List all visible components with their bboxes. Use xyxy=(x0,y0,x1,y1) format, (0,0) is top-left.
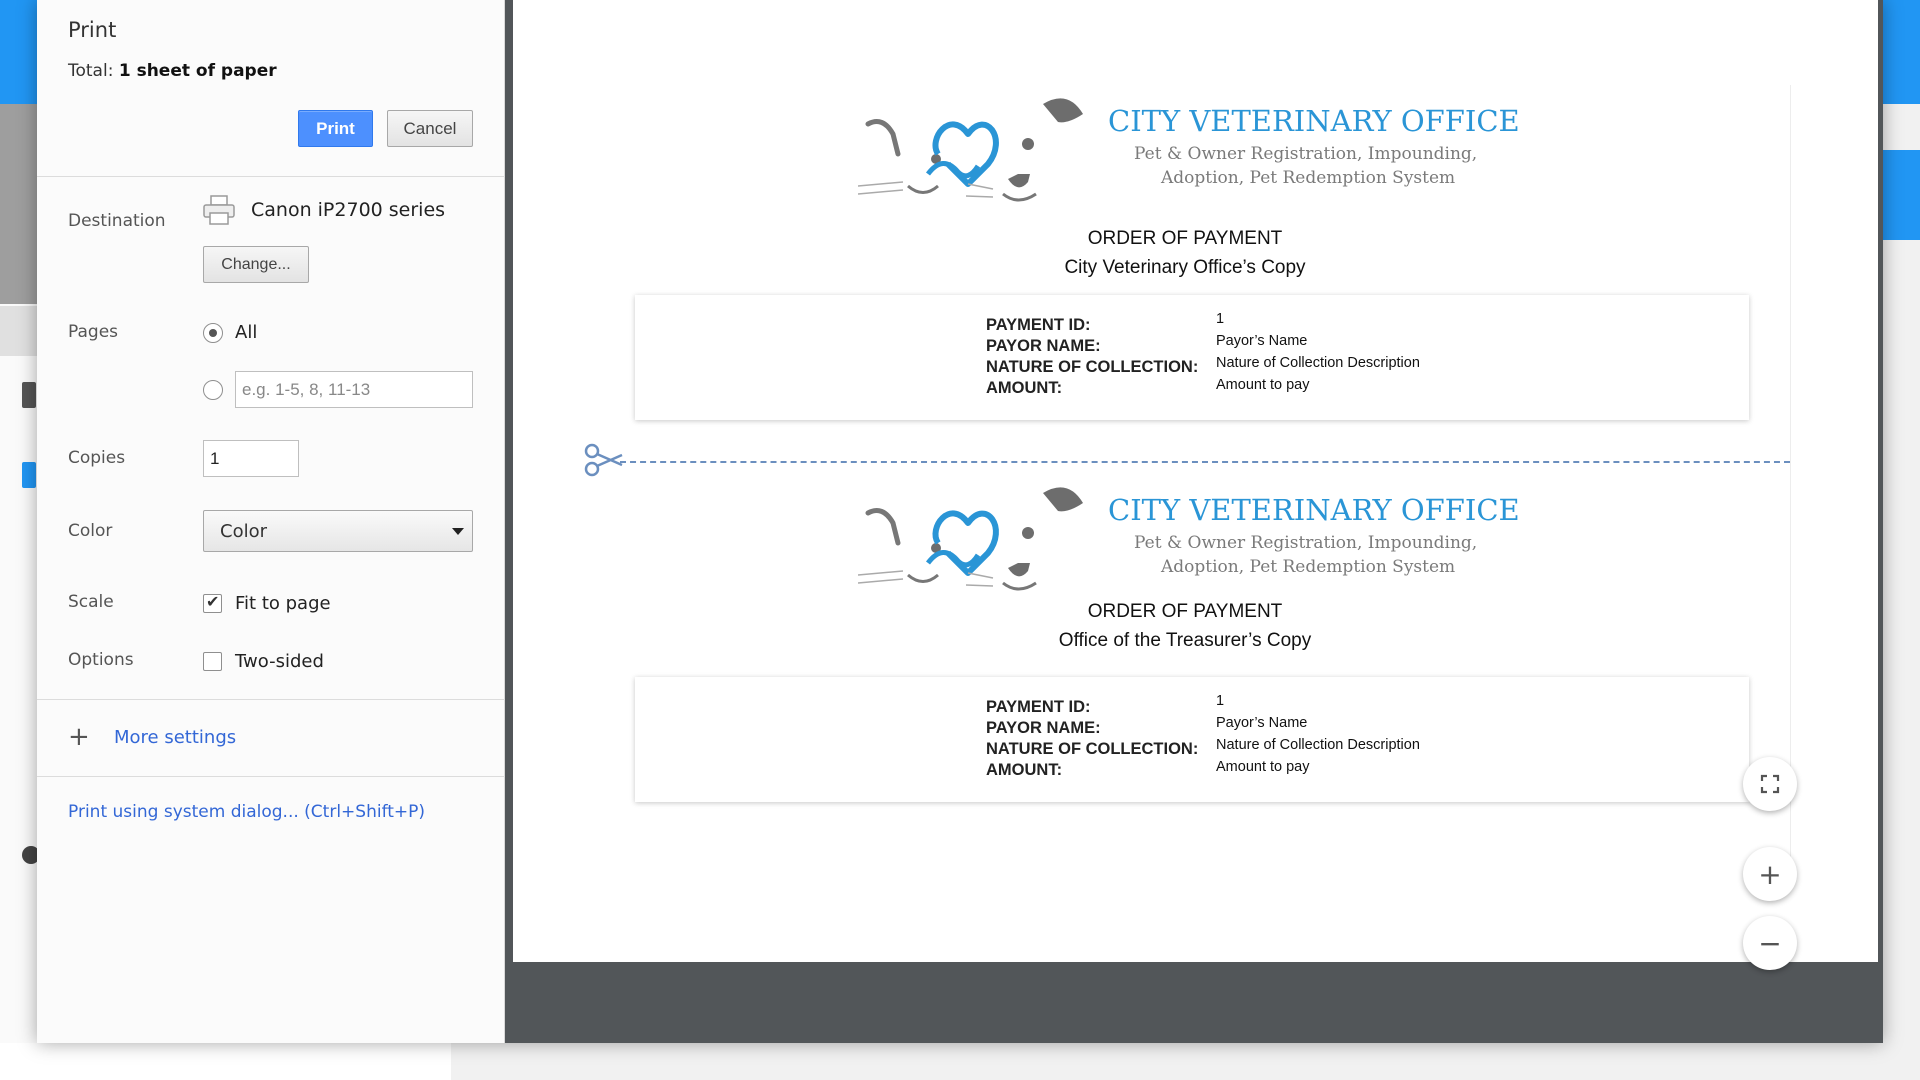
amount-value: Amount to pay xyxy=(1216,377,1310,393)
org-subtitle-line1: Pet & Owner Registration, Impounding, xyxy=(1134,144,1478,164)
pages-custom-radio[interactable] xyxy=(203,380,223,400)
printer-name: Canon iP2700 series xyxy=(251,199,446,221)
fit-to-width-icon xyxy=(1760,774,1780,794)
background-app-footer xyxy=(0,1043,451,1080)
chevron-down-icon xyxy=(452,528,464,535)
nature-label: NATURE OF COLLECTION: xyxy=(986,358,1199,376)
options-label: Options xyxy=(68,650,134,670)
org-subtitle-line1-2: Pet & Owner Registration, Impounding, xyxy=(1134,533,1478,553)
dialog-title: Print xyxy=(68,18,117,42)
sheet-total: Total: 1 sheet of paper xyxy=(68,61,277,81)
preview-page: CITY VETERINARY OFFICE Pet & Owner Regis… xyxy=(513,0,1878,962)
zoom-out-icon: − xyxy=(1758,926,1782,960)
more-settings-label: More settings xyxy=(114,726,237,748)
background-app-right-panel xyxy=(1882,150,1920,240)
payment-info-box-1: PAYMENT ID: PAYOR NAME: NATURE OF COLLEC… xyxy=(635,295,1749,420)
pages-label: Pages xyxy=(68,322,119,342)
payment-values-2: 1 Payor’s Name Nature of Collection Desc… xyxy=(1216,690,1420,778)
copies-label: Copies xyxy=(68,448,126,468)
copy-name-1: City Veterinary Office’s Copy xyxy=(1064,257,1306,278)
payment-values-1: 1 Payor’s Name Nature of Collection Desc… xyxy=(1216,308,1420,396)
scissors-icon xyxy=(584,443,623,477)
zoom-in-icon: + xyxy=(1758,857,1782,891)
color-label: Color xyxy=(68,521,113,541)
print-settings-sidebar: Print Total: 1 sheet of paper Print Canc… xyxy=(37,0,505,1043)
pet-logo-icon xyxy=(857,98,1083,202)
org-subtitle-line2-2: Adoption, Pet Redemption System xyxy=(1161,557,1456,577)
vet-office-logo: CITY VETERINARY OFFICE Pet & Owner Regis… xyxy=(857,94,1520,214)
vet-office-logo-2: CITY VETERINARY OFFICE Pet & Owner Regis… xyxy=(857,483,1520,603)
payor-name-label: PAYOR NAME: xyxy=(986,719,1101,737)
change-destination-button[interactable]: Change... xyxy=(203,246,309,283)
color-select[interactable]: Color xyxy=(203,510,473,552)
payor-name-value: Payor’s Name xyxy=(1216,333,1308,349)
pet-logo-icon xyxy=(857,487,1083,591)
header-divider xyxy=(37,176,505,177)
copy-name-2: Office of the Treasurer’s Copy xyxy=(1058,630,1312,651)
scale-label: Scale xyxy=(68,592,114,612)
payment-id-value: 1 xyxy=(1216,693,1225,709)
payment-id-label: PAYMENT ID: xyxy=(986,316,1091,334)
zoom-out-button[interactable]: − xyxy=(1743,916,1797,970)
nature-value: Nature of Collection Description xyxy=(1216,737,1420,753)
payment-id-label: PAYMENT ID: xyxy=(986,698,1091,716)
page-edge-line xyxy=(1790,85,1791,875)
two-sided-label: Two-sided xyxy=(235,651,324,672)
amount-label: AMOUNT: xyxy=(986,761,1063,779)
org-name-2: CITY VETERINARY OFFICE xyxy=(1108,493,1520,527)
copies-input[interactable] xyxy=(203,440,299,477)
nature-label: NATURE OF COLLECTION: xyxy=(986,740,1199,758)
payment-info-box-2: PAYMENT ID: PAYOR NAME: NATURE OF COLLEC… xyxy=(635,677,1749,802)
two-sided-checkbox[interactable] xyxy=(203,652,222,671)
color-select-value: Color xyxy=(220,521,267,542)
payor-name-value: Payor’s Name xyxy=(1216,715,1308,731)
system-dialog-link[interactable]: Print using system dialog... (Ctrl+Shift… xyxy=(68,802,425,822)
destination-label: Destination xyxy=(68,211,166,231)
fit-to-page-label: Fit to page xyxy=(235,593,331,614)
fit-to-width-button[interactable] xyxy=(1743,757,1797,811)
background-app-tab xyxy=(0,306,40,356)
print-button[interactable]: Print xyxy=(298,110,373,147)
sheet-total-prefix: Total: xyxy=(68,61,119,81)
cancel-button[interactable]: Cancel xyxy=(387,110,473,147)
background-list-icon xyxy=(22,462,36,488)
org-name: CITY VETERINARY OFFICE xyxy=(1108,104,1520,138)
pages-all-label: All xyxy=(235,322,258,343)
zoom-in-button[interactable]: + xyxy=(1743,847,1797,901)
order-heading-2: ORDER OF PAYMENT xyxy=(1087,601,1283,622)
payor-name-label: PAYOR NAME: xyxy=(986,337,1101,355)
payment-labels-2: PAYMENT ID: PAYOR NAME: NATURE OF COLLEC… xyxy=(986,697,1198,781)
pages-custom-input[interactable] xyxy=(235,371,473,408)
footer-divider xyxy=(37,776,505,777)
cut-line xyxy=(620,461,1790,463)
payment-id-value: 1 xyxy=(1216,311,1225,327)
background-app-profile-banner xyxy=(0,104,40,304)
fit-to-page-checkbox[interactable]: ✔ xyxy=(203,592,222,613)
more-settings-toggle[interactable]: + More settings xyxy=(68,722,236,752)
payment-labels-1: PAYMENT ID: PAYOR NAME: NATURE OF COLLEC… xyxy=(986,315,1198,399)
sheet-total-value: 1 sheet of paper xyxy=(118,61,277,81)
printer-icon xyxy=(203,195,235,225)
settings-divider xyxy=(37,699,505,700)
background-dashboard-icon xyxy=(22,382,36,408)
checkmark-icon: ✔ xyxy=(206,592,220,611)
amount-value: Amount to pay xyxy=(1216,759,1310,775)
order-heading-1: ORDER OF PAYMENT xyxy=(1087,228,1283,249)
amount-label: AMOUNT: xyxy=(986,379,1063,397)
org-subtitle-line2: Adoption, Pet Redemption System xyxy=(1161,168,1456,188)
pages-all-radio[interactable] xyxy=(203,323,223,343)
plus-icon: + xyxy=(68,722,90,752)
nature-value: Nature of Collection Description xyxy=(1216,355,1420,371)
